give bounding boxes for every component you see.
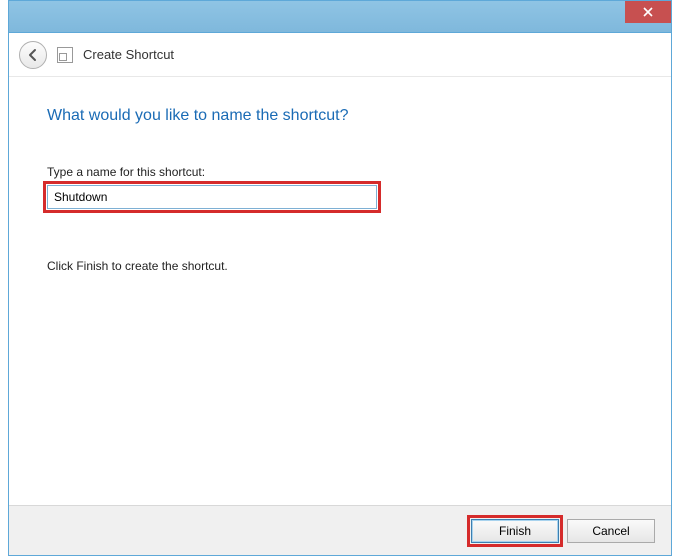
instruction-text: Click Finish to create the shortcut.	[47, 259, 633, 273]
input-wrap	[47, 185, 377, 209]
input-label: Type a name for this shortcut:	[47, 165, 633, 179]
page-heading: What would you like to name the shortcut…	[47, 107, 633, 125]
content-area: What would you like to name the shortcut…	[9, 77, 671, 505]
cancel-button[interactable]: Cancel	[567, 519, 655, 543]
close-icon	[643, 7, 653, 17]
finish-wrap: Finish	[471, 519, 559, 543]
button-bar: Finish Cancel	[9, 505, 671, 555]
back-button[interactable]	[19, 41, 47, 69]
arrow-left-icon	[26, 48, 40, 62]
titlebar[interactable]	[9, 1, 671, 33]
close-button[interactable]	[625, 1, 671, 23]
shortcut-name-input[interactable]	[47, 185, 377, 209]
finish-button[interactable]: Finish	[471, 519, 559, 543]
window-frame: Create Shortcut What would you like to n…	[8, 0, 672, 556]
shortcut-icon	[57, 47, 73, 63]
header-row: Create Shortcut	[9, 33, 671, 77]
wizard-title: Create Shortcut	[83, 47, 174, 62]
